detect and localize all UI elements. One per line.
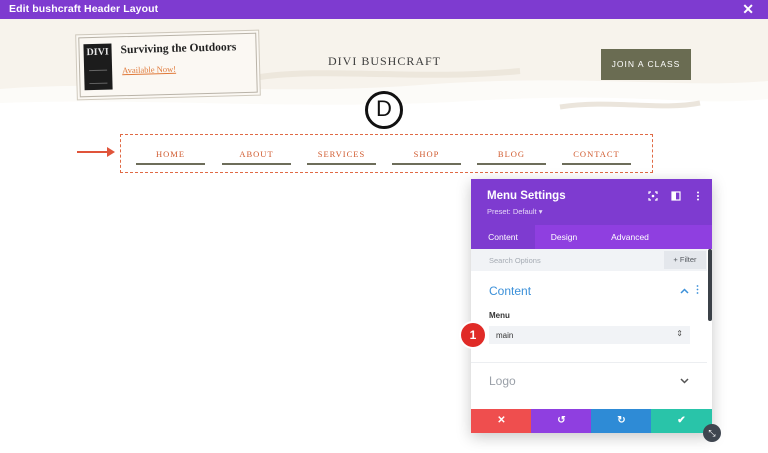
panel-tabs: Content Design Advanced (471, 225, 712, 249)
fullscreen-icon[interactable] (648, 191, 658, 201)
select-arrows-icon: ⇕ (676, 329, 683, 338)
chevron-up-icon[interactable] (680, 286, 689, 296)
editor-root: Edit bushcraft Header Layout ✕ DIVI Surv… (0, 0, 768, 453)
section-logo-title[interactable]: Logo (489, 374, 516, 388)
undo-button[interactable]: ↺ (531, 409, 592, 433)
search-placeholder: Search Options (489, 256, 541, 265)
join-class-button[interactable]: JOIN A CLASS (601, 49, 691, 80)
preset-selector[interactable]: Preset: Default ▾ (487, 207, 542, 216)
nav-item-blog[interactable]: BLOG (477, 149, 546, 165)
menu-select[interactable]: main ⇕ (489, 326, 690, 344)
search-options-input[interactable]: Search Options + Filter (471, 249, 707, 271)
menu-settings-panel: Menu Settings Preset: Default ▾ Content … (471, 179, 712, 433)
book-label: DIVI (86, 46, 109, 59)
panel-title: Menu Settings (487, 190, 566, 202)
tab-advanced[interactable]: Advanced (593, 225, 667, 249)
panel-footer: ✕ ↺ ↻ ✔ (471, 409, 712, 433)
tab-content[interactable]: Content (471, 225, 535, 249)
site-brand[interactable]: DIVI BUSHCRAFT (328, 54, 441, 69)
tab-design[interactable]: Design (535, 225, 593, 249)
promo-card: DIVI Surviving the Outdoors Available No… (78, 32, 258, 98)
nav-menu-module[interactable]: HOME ABOUT SERVICES SHOP BLOG CONTACT (120, 134, 653, 173)
promo-title: Surviving the Outdoors (120, 41, 237, 57)
panel-scrollbar[interactable] (708, 249, 712, 321)
close-icon[interactable]: ✕ (742, 1, 754, 18)
filter-button[interactable]: + Filter (664, 251, 706, 269)
step-badge: 1 (461, 323, 485, 347)
menu-field-label: Menu (489, 311, 510, 320)
arrow-right-icon (77, 147, 115, 157)
book-cover: DIVI (83, 43, 113, 91)
nav-item-home[interactable]: HOME (136, 149, 205, 165)
panel-header: Menu Settings Preset: Default ▾ (471, 179, 712, 225)
nav-item-services[interactable]: SERVICES (307, 149, 376, 165)
section-divider (471, 362, 707, 363)
section-options-icon[interactable] (696, 285, 699, 296)
promo-link[interactable]: Available Now! (122, 64, 176, 75)
menu-select-value: main (496, 331, 514, 340)
window-title: Edit bushcraft Header Layout (9, 3, 159, 15)
chevron-down-icon[interactable] (680, 376, 689, 386)
resize-handle-icon[interactable]: ⤡ (703, 424, 721, 442)
nav-item-contact[interactable]: CONTACT (562, 149, 631, 165)
nav-item-shop[interactable]: SHOP (392, 149, 461, 165)
section-content-title[interactable]: Content (489, 284, 531, 298)
nav-item-about[interactable]: ABOUT (222, 149, 291, 165)
divi-logo-icon: D (365, 91, 403, 129)
split-view-icon[interactable] (671, 191, 681, 201)
window-titlebar: Edit bushcraft Header Layout ✕ (0, 0, 768, 19)
more-options-icon[interactable] (693, 191, 703, 201)
cancel-button[interactable]: ✕ (471, 409, 532, 433)
redo-button[interactable]: ↻ (591, 409, 652, 433)
